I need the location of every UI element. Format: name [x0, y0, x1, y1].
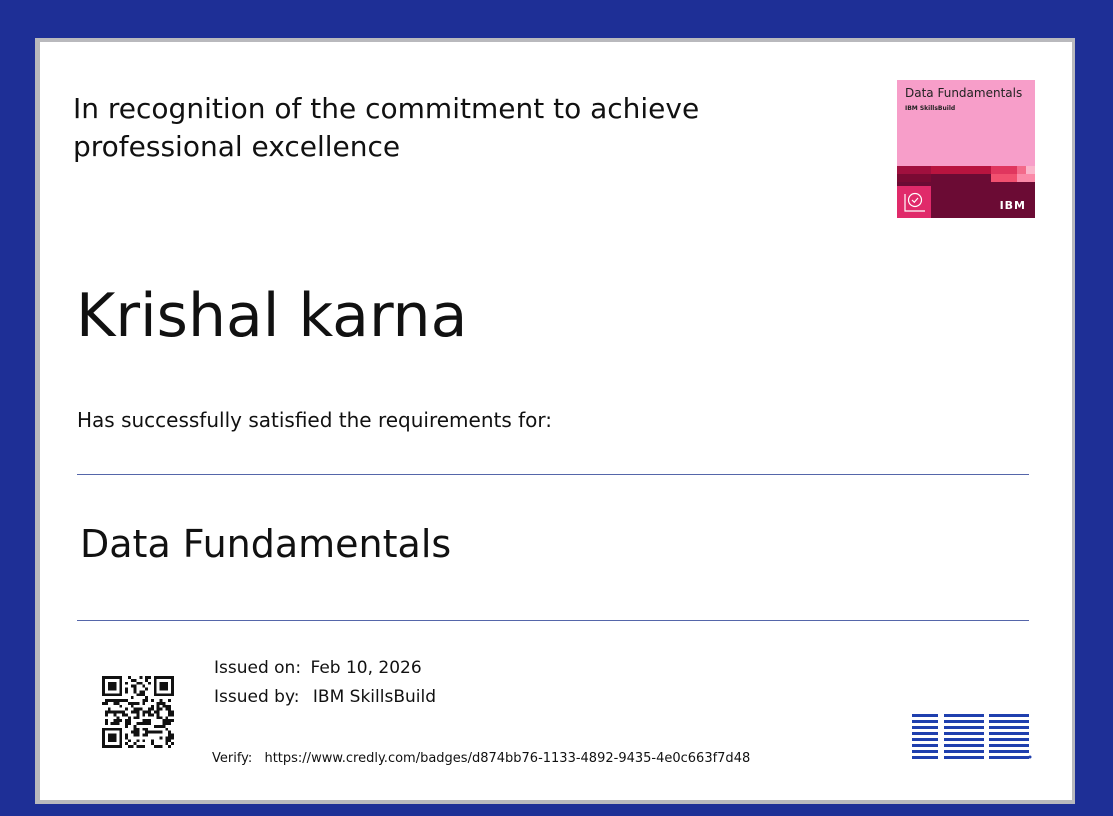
issued-details: Issued on: Feb 10, 2026 Issued by: IBM S…	[214, 654, 436, 712]
divider-top	[77, 474, 1029, 475]
magnifier-check-icon	[904, 192, 925, 212]
certificate-headline: In recognition of the commitment to achi…	[73, 92, 700, 163]
verify-row: Verify: https://www.credly.com/badges/d8…	[212, 751, 750, 766]
issued-on-label: Issued on:	[214, 658, 302, 678]
recipient-name: Krishal karna	[76, 281, 468, 351]
issued-by-row: Issued by: IBM SkillsBuild	[214, 683, 436, 712]
certificate-paper: In recognition of the commitment to achi…	[40, 42, 1072, 800]
issued-by-value: IBM SkillsBuild	[312, 687, 436, 707]
verify-label: Verify:	[212, 751, 253, 766]
badge-subtitle: IBM SkillsBuild	[905, 105, 956, 112]
qr-code-icon[interactable]	[102, 676, 174, 748]
ibm-logo-graphic	[912, 714, 1032, 759]
verify-url-link[interactable]: https://www.credly.com/badges/d874bb76-1…	[264, 751, 750, 766]
badge-title: Data Fundamentals	[905, 86, 1023, 100]
badge-brand: IBM	[999, 199, 1026, 212]
divider-bottom	[77, 620, 1029, 621]
credential-name: Data Fundamentals	[80, 522, 452, 566]
issued-on-row: Issued on: Feb 10, 2026	[214, 654, 436, 683]
issued-on-value: Feb 10, 2026	[310, 658, 422, 678]
credential-badge[interactable]: Data Fundamentals IBM SkillsBuild IBM	[897, 80, 1035, 218]
ibm-logo	[912, 712, 1032, 762]
requirements-text: Has successfully satisfied the requireme…	[77, 408, 553, 432]
issued-by-label: Issued by:	[214, 687, 300, 707]
